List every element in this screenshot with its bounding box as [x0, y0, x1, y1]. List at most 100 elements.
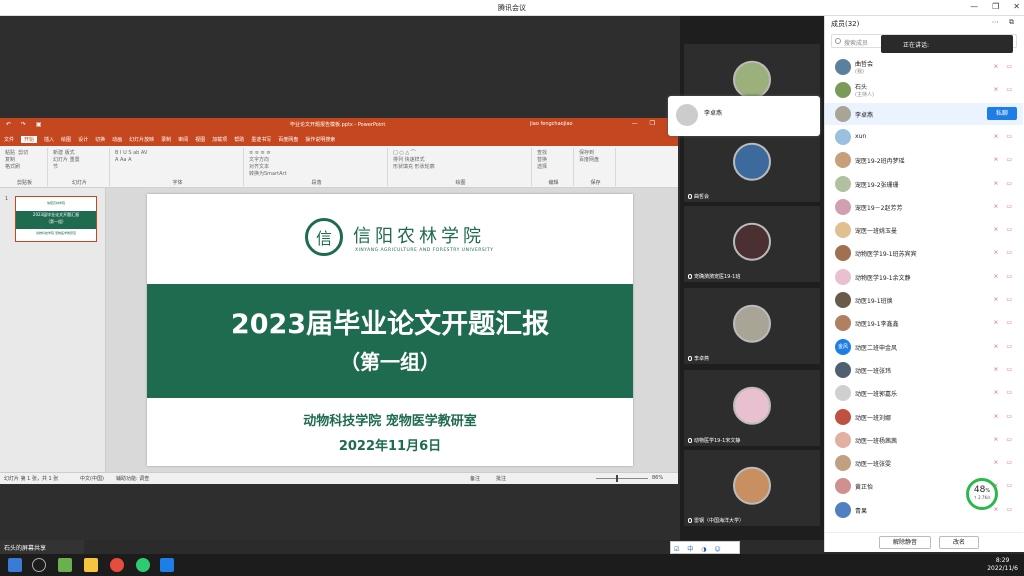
ime-toolbar[interactable]: ☑ 中 ◑ ☺ ⚙	[670, 541, 740, 560]
member-row[interactable]: 宠医19-2班冉梦瑶 ⨯ ▭	[825, 149, 1023, 171]
member-row[interactable]: 动医一班杨茜茜 ⨯ ▭	[825, 429, 1023, 451]
rename-button[interactable]: 改名	[939, 536, 979, 549]
ribbon-group-font[interactable]: B I U S ab AV A Aa A 字体	[112, 148, 244, 186]
status-accessibility[interactable]: 辅助功能: 调查	[116, 475, 149, 482]
close-button[interactable]: ✕	[1013, 2, 1020, 11]
quick-access-toolbar[interactable]: ↶ ↷ ▣	[6, 121, 46, 128]
member-name: 李卓燕	[855, 111, 874, 119]
mic-muted-icon[interactable]: ⨯ ▭	[993, 203, 1015, 210]
member-row[interactable]: 动医一班刘娜 ⨯ ▭	[825, 406, 1023, 428]
screen-share-label[interactable]: 石头的屏幕共享	[0, 540, 84, 554]
mic-muted-icon[interactable]: ⨯ ▭	[993, 273, 1015, 280]
ribbon-group-editing[interactable]: 查找 替换 选择 编辑	[534, 148, 574, 186]
slide-thumbnail[interactable]: 信阳农林学院 2023届毕业论文开题汇报 （第一组） 动物科技学院 宠物医学教研…	[15, 196, 97, 242]
thumb-school: 信阳农林学院	[46, 201, 65, 205]
mic-muted-icon[interactable]: ⨯ ▭	[993, 296, 1015, 303]
zoom-slider-knob[interactable]	[616, 475, 618, 482]
mic-muted-icon[interactable]: ⨯ ▭	[993, 413, 1015, 420]
member-row[interactable]: 宠医一班姚玉曼 ⨯ ▭	[825, 219, 1023, 241]
mic-muted-icon[interactable]: ⨯ ▭	[993, 436, 1015, 443]
member-row[interactable]: 宠医19－2赵芳芳 ⨯ ▭	[825, 196, 1023, 218]
panel-options-icon[interactable]: ⋯ ⧉	[992, 18, 1018, 27]
member-row[interactable]: xun ⨯ ▭	[825, 126, 1023, 148]
menu-home[interactable]: 开始	[21, 136, 38, 143]
private-chat-button[interactable]: 私聊	[987, 106, 1017, 120]
status-comments-button[interactable]: 批注	[496, 475, 506, 482]
mic-muted-icon[interactable]: ⨯ ▭	[993, 366, 1015, 373]
menu-draw[interactable]: 绘图	[61, 136, 71, 143]
unmute-all-button[interactable]: 解除静音	[879, 536, 931, 549]
status-language[interactable]: 中文(中国)	[80, 475, 104, 482]
menu-ink[interactable]: 墨迹书写	[251, 136, 271, 143]
video-tile[interactable]: 动物医学19-1宋文静	[684, 370, 820, 446]
mic-muted-icon[interactable]: ⨯ ▭	[993, 86, 1015, 93]
mic-muted-icon[interactable]: ⨯ ▭	[993, 319, 1015, 326]
chrome-icon[interactable]	[110, 558, 124, 572]
member-avatar	[835, 59, 851, 75]
member-row[interactable]: 动医一班张玮 ⨯ ▭	[825, 359, 1023, 381]
menu-baidu[interactable]: 百度网盘	[278, 136, 298, 143]
system-clock[interactable]: 8:29 2022/11/6	[987, 557, 1018, 573]
app-icon[interactable]	[58, 558, 72, 572]
status-notes-button[interactable]: 备注	[470, 475, 480, 482]
mic-muted-icon[interactable]: ⨯ ▭	[993, 156, 1015, 163]
menu-tellme-search[interactable]: 操作说明搜索	[305, 136, 335, 143]
mic-muted-icon[interactable]: ⨯ ▭	[993, 226, 1015, 233]
video-tile[interactable]: 曲哲会	[684, 126, 820, 202]
mic-muted-icon[interactable]: ⨯ ▭	[993, 180, 1015, 187]
tencent-meeting-icon[interactable]	[160, 558, 174, 572]
minimize-button[interactable]: —	[970, 2, 978, 11]
video-tile[interactable]: 李卓燕	[684, 288, 820, 364]
ribbon-group-clipboard[interactable]: 粘贴 剪切 复制 格式刷 剪贴板	[2, 148, 48, 186]
menu-record[interactable]: 录制	[161, 136, 171, 143]
menu-design[interactable]: 设计	[78, 136, 88, 143]
menu-animations[interactable]: 动画	[112, 136, 122, 143]
status-zoom-level[interactable]: 86%	[652, 475, 663, 481]
mic-muted-icon[interactable]: ⨯ ▭	[993, 506, 1015, 513]
windows-taskbar: 8:29 2022/11/6	[0, 554, 1024, 576]
mic-muted-icon[interactable]: ⨯ ▭	[993, 63, 1015, 70]
member-row[interactable]: 动医一班张雯 ⨯ ▭	[825, 452, 1023, 474]
menu-insert[interactable]: 插入	[44, 136, 54, 143]
mic-muted-icon[interactable]: ⨯ ▭	[993, 133, 1015, 140]
member-row[interactable]: 宠医19-2张珊珊 ⨯ ▭	[825, 173, 1023, 195]
menu-slideshow[interactable]: 幻灯片放映	[129, 136, 154, 143]
maximize-button[interactable]: ❐	[992, 2, 999, 11]
wechat-icon[interactable]	[136, 558, 150, 572]
video-tile[interactable]: 宠确漪漪宠医19-1班	[684, 206, 820, 282]
file-explorer-icon[interactable]	[84, 558, 98, 572]
member-row[interactable]: 动医19-1李鑫鑫 ⨯ ▭	[825, 312, 1023, 334]
slide[interactable]: 信 信阳农林学院 XINYANG AGRICULTURE AND FORESTR…	[147, 194, 633, 466]
member-avatar	[835, 198, 851, 215]
zoom-slider[interactable]	[596, 478, 648, 479]
ppt-maximize-button[interactable]: ❐	[650, 120, 655, 127]
menu-addins[interactable]: 加载项	[212, 136, 227, 143]
mic-muted-icon[interactable]: ⨯ ▭	[993, 249, 1015, 256]
network-speed: ↑ 2.7K/s	[973, 495, 991, 500]
participant-popover[interactable]: 李卓燕	[668, 96, 820, 136]
menu-review[interactable]: 审阅	[178, 136, 188, 143]
menu-transitions[interactable]: 切换	[95, 136, 105, 143]
member-row[interactable]: 李卓燕 私聊	[825, 102, 1023, 125]
ribbon-group-drawing[interactable]: □ ○ △ ⌒ 排列 快速样式 形状填充 形状轮廓 绘图	[390, 148, 532, 186]
menu-view[interactable]: 视图	[195, 136, 205, 143]
ribbon-group-slides[interactable]: 新建 版式 幻灯片 重置 节 幻灯片	[50, 148, 110, 186]
member-row[interactable]: 曲哲会 (我) ⨯ ▭	[825, 56, 1023, 78]
member-row[interactable]: 动医19-1班焕 ⨯ ▭	[825, 289, 1023, 311]
mic-muted-icon[interactable]: ⨯ ▭	[993, 343, 1015, 350]
search-icon[interactable]	[32, 558, 46, 572]
mic-muted-icon[interactable]: ⨯ ▭	[993, 459, 1015, 466]
ribbon-group-paragraph[interactable]: ≡ ≡ ≡ ≡ 文字方向 对齐文本 转换为SmartArt 段落	[246, 148, 388, 186]
video-tile[interactable]: 雷钢（中国海洋大学）	[684, 450, 820, 526]
start-icon[interactable]	[8, 558, 22, 572]
member-row[interactable]: 金风 动医二班申金风 ⨯ ▭	[825, 336, 1023, 358]
menu-file[interactable]: 文件	[4, 136, 14, 143]
ribbon-group-save[interactable]: 保存到 百度网盘 保存	[576, 148, 616, 186]
member-row[interactable]: 石头 (主持人) ⨯ ▭	[825, 79, 1023, 101]
ppt-minimize-button[interactable]: —	[632, 120, 638, 127]
mic-muted-icon[interactable]: ⨯ ▭	[993, 389, 1015, 396]
member-row[interactable]: 动医一班郭嘉乐 ⨯ ▭	[825, 382, 1023, 404]
member-row[interactable]: 动物医学19-1余文静 ⨯ ▭	[825, 266, 1023, 288]
menu-help[interactable]: 帮助	[234, 136, 244, 143]
member-row[interactable]: 动物医学19-1班苏宾宾 ⨯ ▭	[825, 242, 1023, 264]
